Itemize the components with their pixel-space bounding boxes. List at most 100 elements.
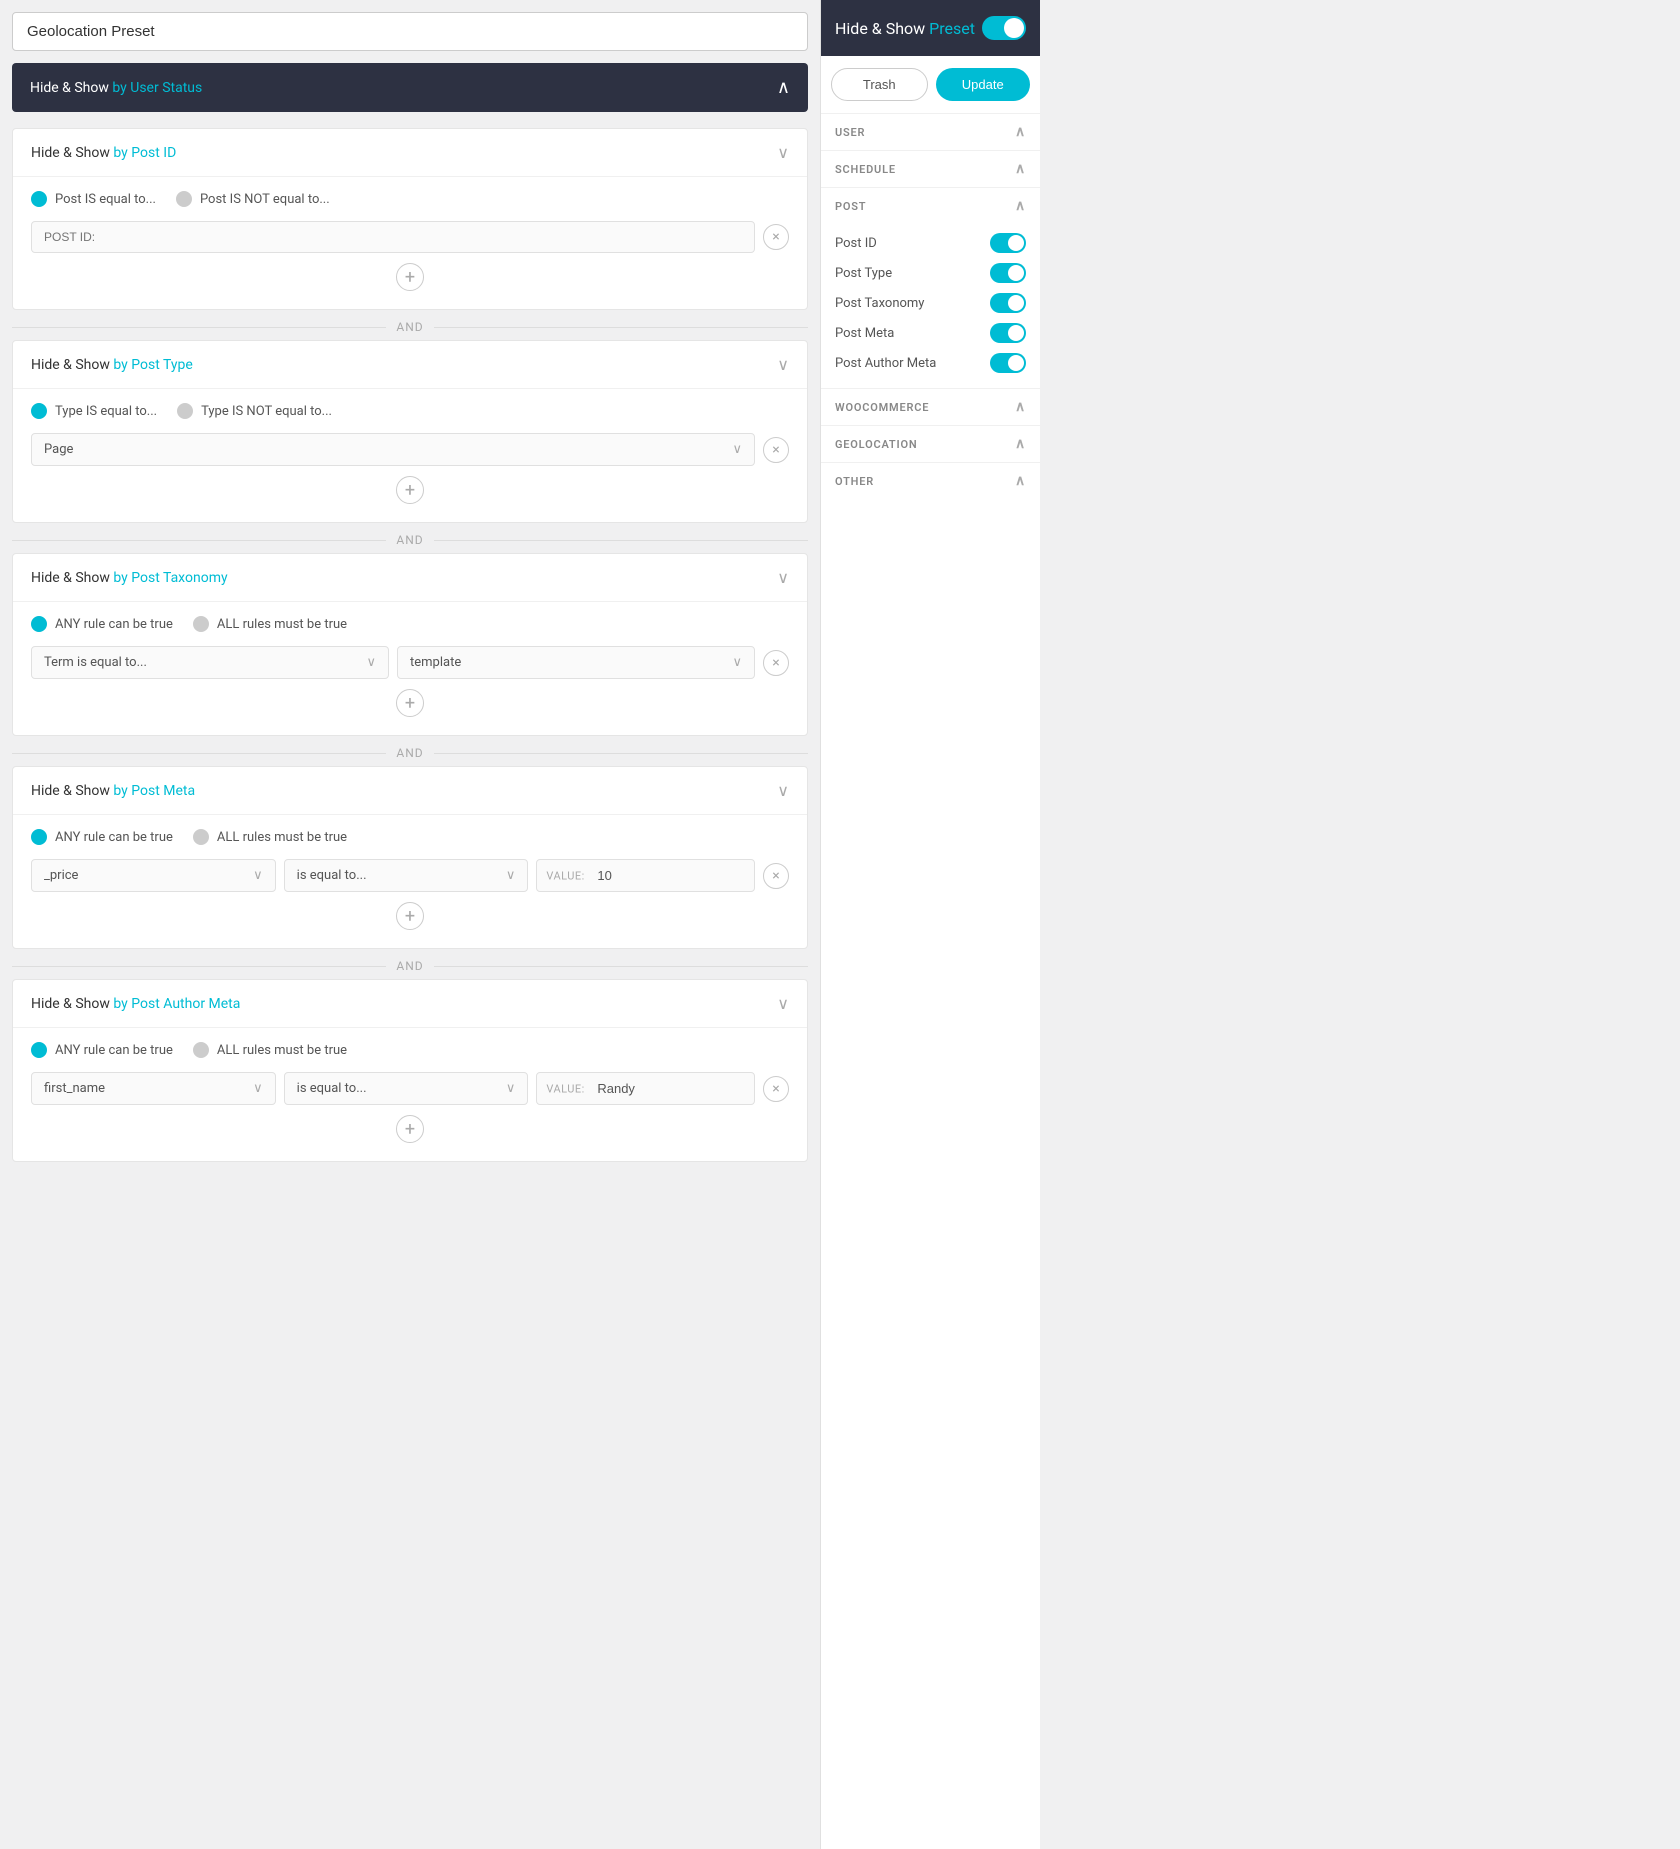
sidebar-group-label-woocommerce: WOOCOMMERCE (835, 401, 929, 414)
sidebar-group-header-other[interactable]: OTHER ∧ (821, 463, 1040, 499)
toggle-option-post-taxonomy-1[interactable]: ALL rules must be true (193, 616, 347, 632)
section-header-post-type[interactable]: Hide & Show by Post Type ∨ (13, 341, 807, 389)
taxonomy-value-chevron: ∨ (732, 655, 742, 670)
post-author-meta-value-wrapper: VALUE: (536, 1072, 755, 1105)
sidebar-item-toggle-knob-post-2 (1008, 295, 1024, 311)
sections-container: Hide & Show by Post ID ∨ Post IS equal t… (12, 128, 808, 1162)
sidebar-item-toggle-knob-post-1 (1008, 265, 1024, 281)
section-chevron-post-type: ∨ (777, 355, 789, 374)
post-author-meta-key-chevron: ∨ (253, 1081, 263, 1096)
toggle-option-post-author-meta-0[interactable]: ANY rule can be true (31, 1042, 173, 1058)
post-author-meta-key-select[interactable]: first_name ∨ (31, 1072, 276, 1105)
sidebar-item-toggle-post-1[interactable] (990, 263, 1026, 283)
post-id-remove[interactable]: × (763, 224, 789, 250)
user-status-title: Hide & Show by User Status (30, 80, 202, 96)
toggle-option-post-meta-0[interactable]: ANY rule can be true (31, 829, 173, 845)
post-meta-remove[interactable]: × (763, 863, 789, 889)
post-meta-value-wrapper: VALUE: (536, 859, 755, 892)
toggle-option-post-id-0[interactable]: Post IS equal to... (31, 191, 156, 207)
post-meta-key-select[interactable]: _price ∨ (31, 859, 276, 892)
section-title-post-author-meta: Hide & Show by Post Author Meta (31, 996, 240, 1012)
add-rule-post-taxonomy[interactable]: + (396, 689, 424, 717)
add-rule-post-author-meta[interactable]: + (396, 1115, 424, 1143)
sidebar-item-post-2: Post Taxonomy (835, 288, 1026, 318)
post-author-meta-condition-select[interactable]: is equal to... ∨ (284, 1072, 529, 1105)
post-author-meta-remove[interactable]: × (763, 1076, 789, 1102)
sidebar-item-toggle-post-4[interactable] (990, 353, 1026, 373)
sidebar-groups: USER ∧ SCHEDULE ∧ POST ∧ Post ID Post Ty… (821, 113, 1040, 499)
sidebar-main-toggle[interactable] (982, 16, 1026, 40)
radio-label-post-taxonomy-1: ALL rules must be true (217, 617, 347, 632)
sidebar-group-body-post: Post ID Post Type Post Taxonomy Post Met… (821, 224, 1040, 388)
post-id-input[interactable] (31, 221, 755, 253)
section-title-post-taxonomy: Hide & Show by Post Taxonomy (31, 570, 228, 586)
post-meta-value-label: VALUE: (546, 869, 584, 882)
sidebar-group-chevron-geolocation: ∧ (1015, 436, 1026, 452)
post-type-select-chevron: ∨ (732, 442, 742, 457)
post-type-remove[interactable]: × (763, 437, 789, 463)
trash-button[interactable]: Trash (831, 68, 928, 101)
post-meta-condition-select[interactable]: is equal to... ∨ (284, 859, 529, 892)
section-body-post-meta: ANY rule can be true ALL rules must be t… (13, 815, 807, 948)
add-rule-post-id[interactable]: + (396, 263, 424, 291)
toggle-option-post-taxonomy-0[interactable]: ANY rule can be true (31, 616, 173, 632)
taxonomy-value-select[interactable]: template ∨ (397, 646, 755, 679)
radio-dot-post-author-meta-0 (31, 1042, 47, 1058)
section-header-post-id[interactable]: Hide & Show by Post ID ∨ (13, 129, 807, 177)
post-meta-key-chevron: ∨ (253, 868, 263, 883)
radio-dot-post-meta-1 (193, 829, 209, 845)
sidebar-item-label-post-3: Post Meta (835, 326, 894, 341)
toggle-option-post-type-1[interactable]: Type IS NOT equal to... (177, 403, 332, 419)
post-author-meta-row: first_name ∨ is equal to... ∨ VALUE: × (31, 1072, 789, 1105)
sidebar-group-header-post[interactable]: POST ∧ (821, 188, 1040, 224)
add-rule-post-type[interactable]: + (396, 476, 424, 504)
toggle-group-post-meta: ANY rule can be true ALL rules must be t… (31, 829, 789, 845)
update-button[interactable]: Update (936, 68, 1031, 101)
section-header-post-meta[interactable]: Hide & Show by Post Meta ∨ (13, 767, 807, 815)
taxonomy-term-select[interactable]: Term is equal to... ∨ (31, 646, 389, 679)
sidebar-item-toggle-post-3[interactable] (990, 323, 1026, 343)
post-author-meta-value-label: VALUE: (546, 1082, 584, 1095)
section-title-post-id: Hide & Show by Post ID (31, 145, 176, 161)
sidebar-item-toggle-post-2[interactable] (990, 293, 1026, 313)
main-content: Hide & Show by User Status ∧ Hide & Show… (0, 0, 820, 1849)
sidebar-header: Hide & Show Preset (821, 0, 1040, 56)
toggle-option-post-author-meta-1[interactable]: ALL rules must be true (193, 1042, 347, 1058)
sidebar-item-toggle-knob-post-3 (1008, 325, 1024, 341)
section-post-id: Hide & Show by Post ID ∨ Post IS equal t… (12, 128, 808, 310)
toggle-option-post-type-0[interactable]: Type IS equal to... (31, 403, 157, 419)
radio-dot-post-author-meta-1 (193, 1042, 209, 1058)
post-type-select[interactable]: Page ∨ (31, 433, 755, 466)
taxonomy-remove[interactable]: × (763, 650, 789, 676)
toggle-option-post-id-1[interactable]: Post IS NOT equal to... (176, 191, 330, 207)
toggle-group-post-type: Type IS equal to... Type IS NOT equal to… (31, 403, 789, 419)
radio-dot-post-taxonomy-1 (193, 616, 209, 632)
sidebar-group-header-geolocation[interactable]: GEOLOCATION ∧ (821, 426, 1040, 462)
preset-name-input[interactable] (12, 12, 808, 51)
sidebar-item-post-4: Post Author Meta (835, 348, 1026, 378)
toggle-option-post-meta-1[interactable]: ALL rules must be true (193, 829, 347, 845)
section-chevron-post-meta: ∨ (777, 781, 789, 800)
sidebar-group-label-other: OTHER (835, 475, 874, 488)
user-status-bar[interactable]: Hide & Show by User Status ∧ (12, 63, 808, 112)
sidebar-item-toggle-knob-post-4 (1008, 355, 1024, 371)
radio-label-post-id-0: Post IS equal to... (55, 192, 156, 207)
sidebar-item-post-1: Post Type (835, 258, 1026, 288)
section-title-post-type: Hide & Show by Post Type (31, 357, 193, 373)
sidebar-group-header-user[interactable]: USER ∧ (821, 114, 1040, 150)
sidebar-item-toggle-post-0[interactable] (990, 233, 1026, 253)
sidebar-item-label-post-4: Post Author Meta (835, 356, 936, 371)
sidebar-group-label-post: POST (835, 200, 866, 213)
section-header-post-taxonomy[interactable]: Hide & Show by Post Taxonomy ∨ (13, 554, 807, 602)
add-rule-post-meta[interactable]: + (396, 902, 424, 930)
sidebar-group-header-woocommerce[interactable]: WOOCOMMERCE ∧ (821, 389, 1040, 425)
sidebar-group-header-schedule[interactable]: SCHEDULE ∧ (821, 151, 1040, 187)
sidebar-group-schedule: SCHEDULE ∧ (821, 150, 1040, 187)
radio-label-post-meta-0: ANY rule can be true (55, 830, 173, 845)
sidebar-actions: Trash Update (821, 56, 1040, 113)
section-header-post-author-meta[interactable]: Hide & Show by Post Author Meta ∨ (13, 980, 807, 1028)
sidebar-group-chevron-user: ∧ (1015, 124, 1026, 140)
post-meta-row: _price ∨ is equal to... ∨ VALUE: × (31, 859, 789, 892)
sidebar-group-label-schedule: SCHEDULE (835, 163, 896, 176)
post-taxonomy-row: Term is equal to... ∨ template ∨ × (31, 646, 789, 679)
